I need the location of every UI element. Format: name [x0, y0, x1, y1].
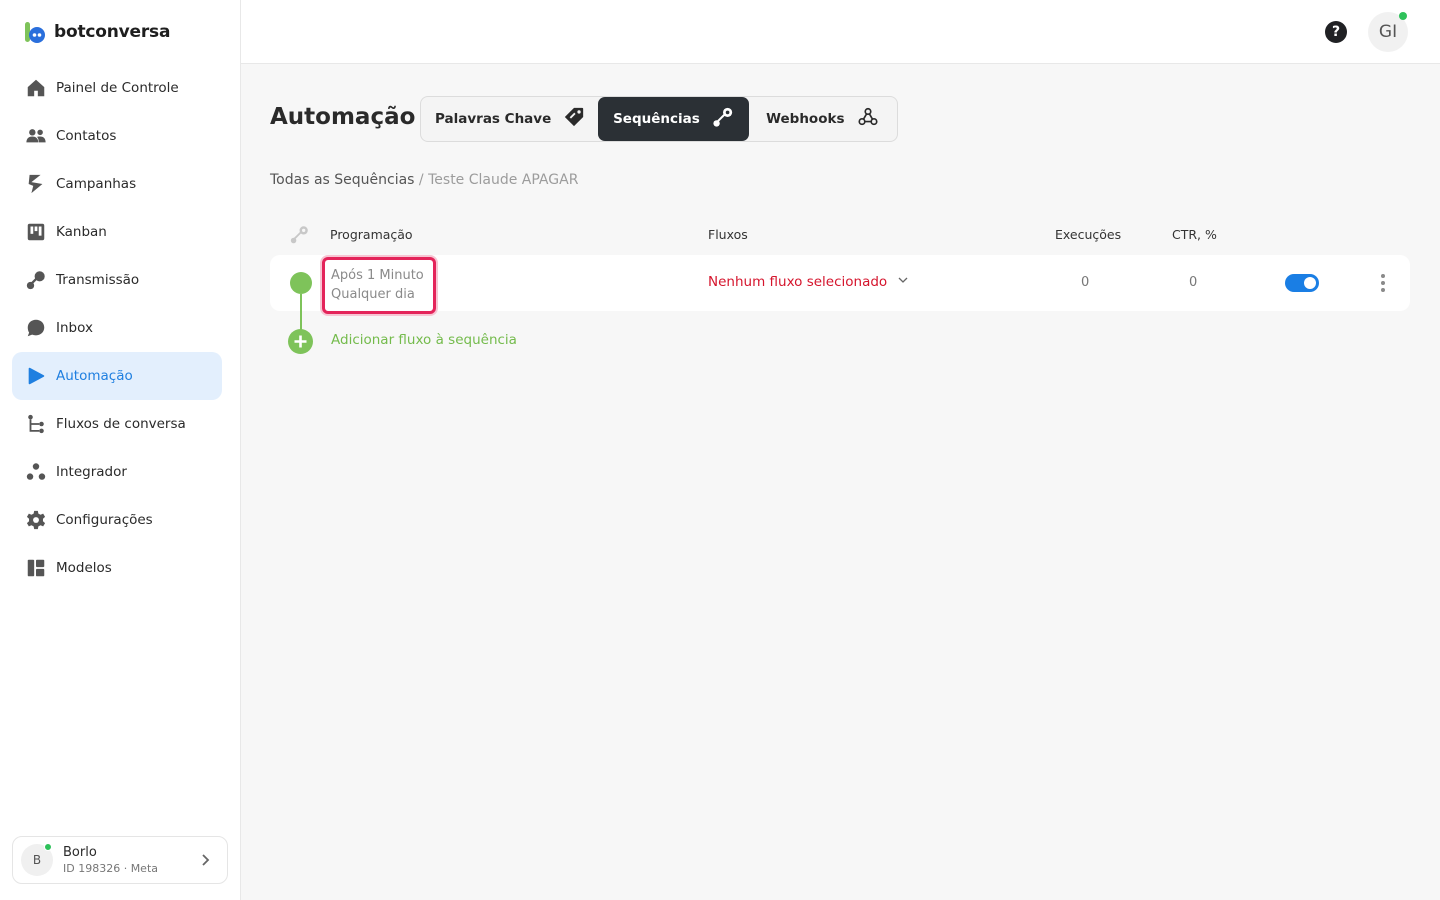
column-header-execucoes: Execuções: [1055, 227, 1122, 242]
sidebar-nav: Painel de Controle Contatos Campanhas Ka…: [12, 64, 222, 592]
sidebar-item-painel-de-controle[interactable]: Painel de Controle: [12, 64, 222, 112]
breadcrumb-link-todas-sequencias[interactable]: Todas as Sequências: [270, 172, 414, 188]
sidebar-item-configuracoes[interactable]: Configurações: [12, 496, 222, 544]
online-status-dot: [1399, 12, 1407, 20]
breadcrumb-separator: /: [414, 172, 429, 188]
tab-webhooks[interactable]: Webhooks: [749, 97, 896, 141]
sidebar: botconversa Painel de Controle Contatos …: [0, 0, 241, 900]
breadcrumb: Todas as Sequências / Teste Claude APAGA…: [270, 172, 578, 188]
sidebar-item-inbox[interactable]: Inbox: [12, 304, 222, 352]
brand-name: botconversa: [54, 22, 171, 42]
chat-bubble-icon: [24, 316, 48, 340]
integrator-icon: [24, 460, 48, 484]
toggle-knob: [1304, 277, 1316, 289]
top-bar: ? GI: [241, 0, 1440, 64]
chevron-down-icon: [897, 274, 909, 290]
sidebar-item-fluxos-de-conversa[interactable]: Fluxos de conversa: [12, 400, 222, 448]
sidebar-item-label: Campanhas: [56, 176, 137, 192]
breadcrumb-current: Teste Claude APAGAR: [428, 172, 579, 188]
account-info: Borlo ID 198326 · Meta: [63, 845, 158, 875]
column-header-ctr: CTR, %: [1172, 227, 1217, 242]
account-initial: B: [32, 853, 42, 867]
tab-label: Palavras Chave: [434, 111, 552, 127]
sidebar-item-modelos[interactable]: Modelos: [12, 544, 222, 592]
sidebar-item-label: Kanban: [56, 224, 107, 240]
schedule-delay: Após 1 Minuto: [331, 268, 424, 283]
help-glyph: ?: [1331, 24, 1341, 40]
automation-tabs: Palavras Chave Sequências Webhooks: [420, 96, 898, 142]
sidebar-item-label: Fluxos de conversa: [56, 416, 186, 432]
sequence-icon: [712, 106, 734, 132]
brand-logo[interactable]: botconversa: [24, 20, 170, 44]
botconversa-logo-icon: [24, 20, 48, 44]
campaign-icon: [24, 172, 48, 196]
help-icon[interactable]: ?: [1325, 21, 1347, 43]
tab-palavras-chave[interactable]: Palavras Chave: [422, 97, 598, 141]
sidebar-item-label: Transmissão: [56, 272, 140, 288]
home-icon: [24, 76, 48, 100]
kanban-icon: [24, 220, 48, 244]
automation-icon: [24, 364, 48, 388]
user-initials: GI: [1378, 22, 1398, 42]
sidebar-item-label: Automação: [56, 368, 133, 384]
templates-icon: [24, 556, 48, 580]
executions-value: 0: [1081, 275, 1090, 290]
flow-tree-icon: [24, 412, 48, 436]
schedule-cell[interactable]: Após 1 Minuto Qualquer dia: [322, 257, 436, 314]
schedule-day: Qualquer dia: [331, 287, 415, 302]
chevron-right-icon: [197, 852, 213, 868]
plus-icon: [294, 335, 307, 348]
sidebar-item-label: Inbox: [56, 320, 93, 336]
more-options-icon[interactable]: [1374, 272, 1392, 294]
sidebar-item-label: Integrador: [56, 464, 127, 480]
sidebar-item-integrador[interactable]: Integrador: [12, 448, 222, 496]
sequence-step-toggle[interactable]: [1285, 274, 1319, 292]
gear-icon: [24, 508, 48, 532]
sidebar-item-label: Configurações: [56, 512, 153, 528]
users-icon: [24, 124, 48, 148]
online-status-dot: [44, 843, 52, 851]
account-name: Borlo: [63, 845, 97, 860]
add-flow-link[interactable]: Adicionar fluxo à sequência: [331, 332, 517, 348]
sidebar-item-label: Modelos: [56, 560, 112, 576]
flow-select-dropdown[interactable]: Nenhum fluxo selecionado: [708, 274, 909, 290]
column-header-programacao: Programação: [330, 227, 413, 242]
column-header-fluxos: Fluxos: [708, 227, 748, 242]
account-id: ID 198326 · Meta: [63, 862, 159, 875]
sidebar-item-kanban[interactable]: Kanban: [12, 208, 222, 256]
tag-icon: [563, 106, 585, 132]
sidebar-item-label: Painel de Controle: [56, 80, 179, 96]
account-avatar: B: [21, 843, 53, 876]
sidebar-item-campanhas[interactable]: Campanhas: [12, 160, 222, 208]
account-switcher[interactable]: B Borlo ID 198326 · Meta: [12, 836, 228, 884]
sequence-icon: [289, 224, 311, 246]
sidebar-item-automacao[interactable]: Automação: [12, 352, 222, 400]
sidebar-item-transmissao[interactable]: Transmissão: [12, 256, 222, 304]
add-flow-button[interactable]: [288, 329, 313, 354]
sequence-connector-line: [300, 294, 302, 330]
tab-label: Sequências: [613, 111, 700, 127]
flow-select-value: Nenhum fluxo selecionado: [708, 274, 888, 290]
broadcast-icon: [24, 268, 48, 292]
sequence-step-dot: [290, 272, 312, 294]
ctr-value: 0: [1189, 275, 1198, 290]
user-avatar[interactable]: GI: [1368, 12, 1408, 52]
webhook-icon: [857, 106, 879, 132]
tab-sequencias[interactable]: Sequências: [598, 97, 749, 141]
sidebar-item-contatos[interactable]: Contatos: [12, 112, 222, 160]
tab-label: Webhooks: [766, 111, 845, 127]
sidebar-item-label: Contatos: [56, 128, 117, 144]
page-title: Automação: [270, 104, 416, 130]
